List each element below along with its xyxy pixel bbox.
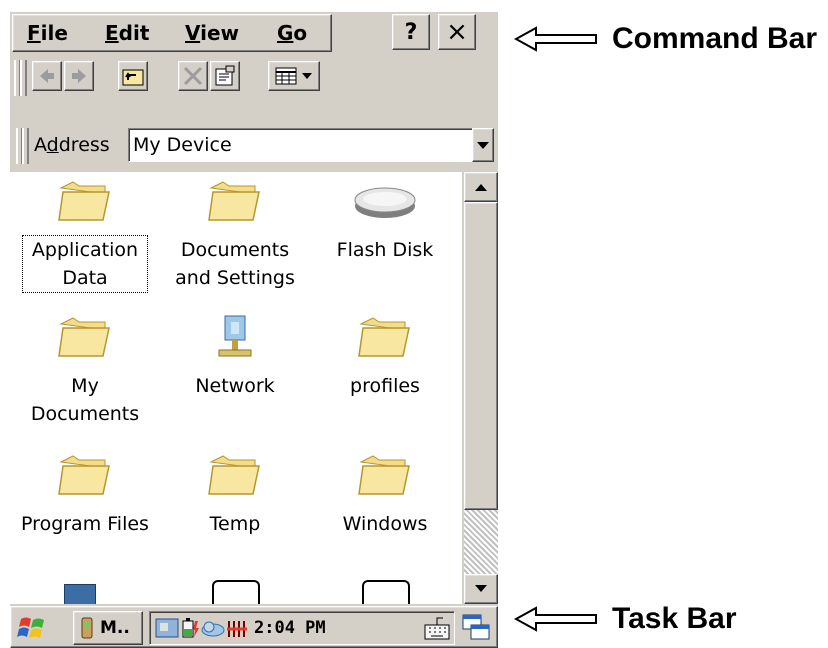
folder-icon <box>58 455 110 495</box>
address-input[interactable]: My Device <box>128 128 474 162</box>
address-dropdown-button[interactable] <box>472 128 494 162</box>
list-item[interactable]: Network <box>160 312 310 400</box>
signal-icon[interactable] <box>226 617 248 639</box>
toolbar <box>10 56 498 100</box>
item-label: Network <box>195 375 275 397</box>
device-screen: File Edit View Go ? × Address My Device … <box>10 12 498 648</box>
list-item[interactable]: Application Data <box>10 176 160 293</box>
flash-disk-icon <box>354 187 416 218</box>
partial-app-icon[interactable] <box>64 584 96 604</box>
item-label: Flash Disk <box>336 239 434 261</box>
item-label: Application Data <box>22 235 148 293</box>
list-item[interactable]: profiles <box>310 312 460 400</box>
task-bar: M.. 2:04 PM <box>10 606 498 648</box>
clock[interactable]: 2:04 PM <box>254 618 326 638</box>
view-menu-button[interactable] <box>268 61 320 91</box>
menu-edit[interactable]: Edit <box>105 21 149 45</box>
list-item[interactable]: Flash Disk <box>310 176 460 264</box>
item-label: profiles <box>350 375 420 397</box>
desktop-switch-icon[interactable] <box>461 613 491 641</box>
menu-go[interactable]: Go <box>277 21 307 45</box>
address-bar: Address My Device <box>10 126 498 166</box>
delete-button[interactable] <box>178 61 208 91</box>
task-button-label: M.. <box>100 618 130 638</box>
close-button[interactable]: × <box>438 14 476 50</box>
menu-file[interactable]: File <box>27 21 68 45</box>
address-grip-2 <box>22 128 29 164</box>
keyboard-icon[interactable] <box>423 615 451 641</box>
forward-button[interactable] <box>64 61 94 91</box>
task-button-explorer[interactable]: M.. <box>73 611 143 645</box>
device-icon <box>81 617 93 639</box>
folder-icon <box>358 317 410 357</box>
network-status-icon[interactable] <box>154 617 180 639</box>
back-arrow-icon <box>40 69 54 83</box>
up-folder-button[interactable] <box>118 61 148 91</box>
list-item[interactable]: Program Files <box>10 450 160 538</box>
up-folder-icon <box>122 69 144 86</box>
partial-file-icon[interactable] <box>212 580 260 604</box>
list-view-icon <box>275 67 297 85</box>
menu-view[interactable]: View <box>185 21 239 45</box>
list-item[interactable]: Documents and Settings <box>160 176 310 292</box>
arrow-left-icon <box>514 26 597 52</box>
folder-icon <box>58 317 110 357</box>
start-button[interactable] <box>17 613 47 643</box>
address-label: Address <box>34 134 110 156</box>
arrow-left-icon <box>514 606 597 632</box>
partial-file-icon[interactable] <box>362 580 410 604</box>
item-label: My Documents <box>30 375 140 425</box>
file-list: Application Data Documents and Settings … <box>10 172 462 604</box>
folder-icon <box>208 455 260 495</box>
windows-flag-icon <box>17 617 44 638</box>
scroll-thumb[interactable] <box>464 202 498 510</box>
chevron-down-icon <box>302 73 312 79</box>
chevron-down-icon <box>477 142 489 149</box>
back-button[interactable] <box>32 61 62 91</box>
item-label: Program Files <box>21 513 149 535</box>
list-item[interactable]: Windows <box>310 450 460 538</box>
delete-x-icon <box>183 66 203 86</box>
list-item[interactable]: My Documents <box>10 312 160 428</box>
properties-icon <box>215 65 235 86</box>
command-bar-callout: Command Bar <box>514 22 817 56</box>
forward-arrow-icon <box>72 69 86 83</box>
command-bar: File Edit View Go <box>12 14 332 52</box>
network-icon <box>218 315 252 357</box>
scroll-track[interactable] <box>464 510 498 574</box>
battery-icon[interactable] <box>180 617 200 639</box>
list-item[interactable]: Temp <box>160 450 310 538</box>
item-label: Windows <box>342 513 428 535</box>
chevron-down-icon <box>475 585 487 592</box>
task-bar-label: Task Bar <box>612 602 737 635</box>
folder-icon <box>208 181 260 221</box>
folder-icon <box>358 455 410 495</box>
help-button[interactable]: ? <box>392 14 430 50</box>
properties-button[interactable] <box>210 61 240 91</box>
item-label: Documents and Settings <box>175 239 295 289</box>
chevron-up-icon <box>475 184 487 191</box>
toolbar-grip-2 <box>20 60 27 96</box>
folder-icon <box>58 181 110 221</box>
item-label: Temp <box>209 513 261 535</box>
scroll-up-button[interactable] <box>464 172 498 202</box>
vertical-scrollbar[interactable] <box>464 172 498 604</box>
connection-icon[interactable] <box>200 617 226 639</box>
command-bar-label: Command Bar <box>612 22 818 55</box>
scroll-down-button[interactable] <box>464 574 498 604</box>
notification-tray: 2:04 PM <box>149 611 455 645</box>
task-bar-callout: Task Bar <box>514 602 737 636</box>
